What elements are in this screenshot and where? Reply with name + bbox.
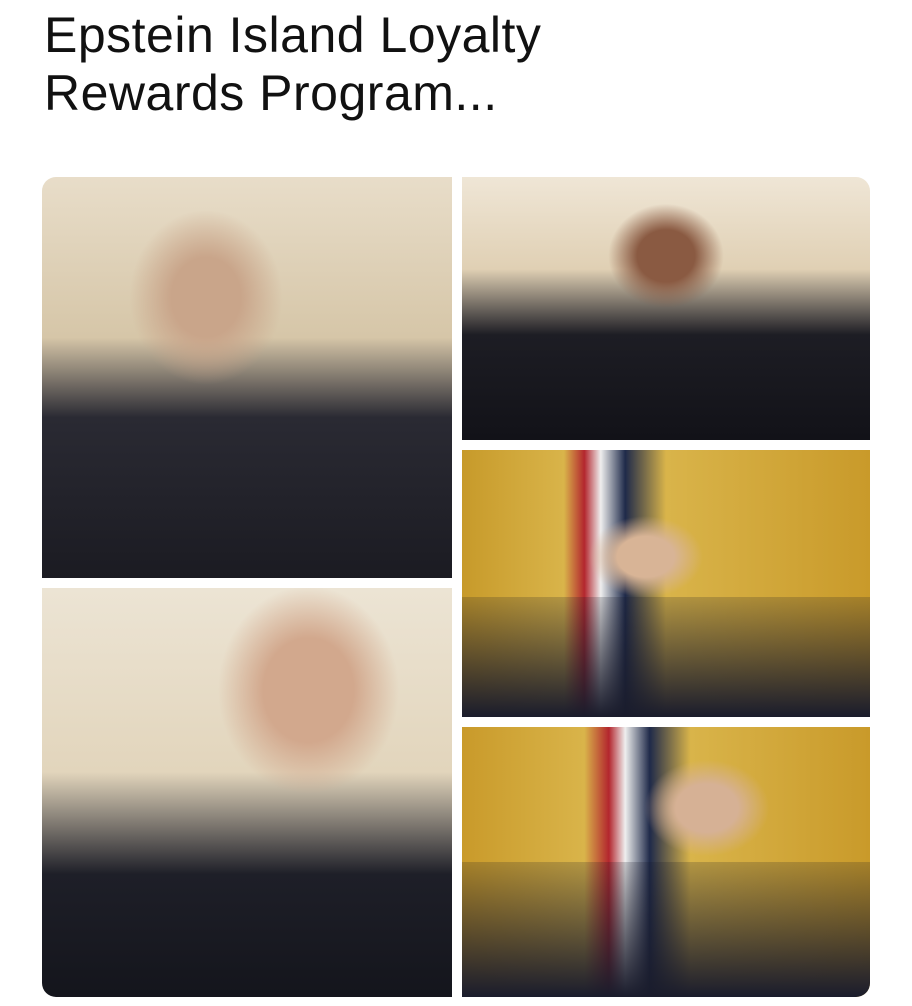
photo-bottom-right (462, 727, 870, 997)
meme-caption: Epstein Island Loyalty Rewards Program..… (44, 6, 541, 122)
caption-line-2: Rewards Program... (44, 65, 498, 121)
caption-line-1: Epstein Island Loyalty (44, 7, 542, 63)
photo-top-right (462, 177, 870, 440)
photo-bottom-left (42, 588, 452, 997)
photo-top-left (42, 177, 452, 578)
photo-middle-right (462, 450, 870, 717)
